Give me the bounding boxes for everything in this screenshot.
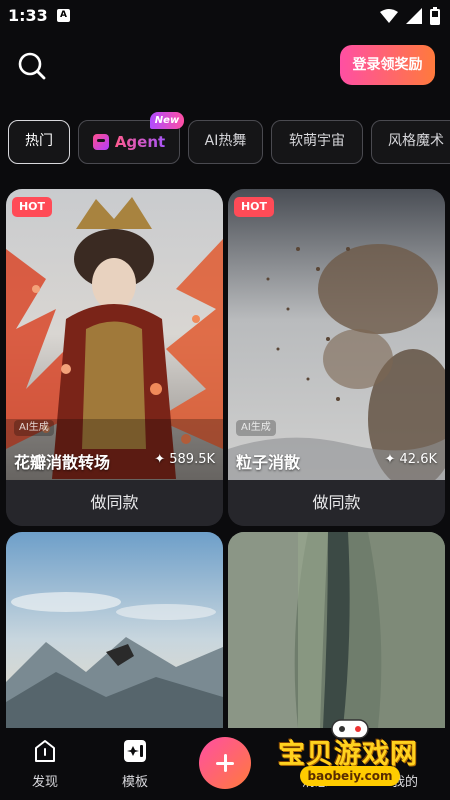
nav-templates-label: 模板 — [121, 775, 148, 790]
status-bar: 1:33 A — [0, 0, 450, 32]
tab-hot[interactable]: 热门 — [8, 120, 70, 164]
template-icon — [124, 740, 146, 762]
signal-icon — [406, 8, 422, 24]
template-card-particle[interactable]: HOT AI生成 粒子消散 ✦ 42.6K 做同款 — [228, 189, 445, 526]
card-preview-image — [228, 532, 445, 728]
template-card-petal[interactable]: HOT AI生成 花瓣消散转场 ✦ 589.5K 做同款 — [6, 189, 223, 526]
usage-count-value: 42.6K — [399, 452, 437, 467]
template-card-aerial[interactable] — [228, 532, 445, 728]
sparkle-icon: ✦ — [384, 452, 400, 467]
card-preview-image — [6, 189, 223, 480]
compass-icon — [35, 740, 55, 762]
make-same-button[interactable]: 做同款 — [228, 480, 445, 526]
card-title: 花瓣消散转场 — [14, 453, 111, 472]
nav-discover[interactable]: 发现 — [15, 728, 75, 800]
wifi-icon — [380, 9, 398, 23]
nav-templates[interactable]: 模板 — [105, 728, 165, 800]
make-same-button[interactable]: 做同款 — [6, 480, 223, 526]
create-plus-button[interactable] — [199, 737, 251, 789]
notification-icon: A — [57, 9, 70, 22]
hot-badge: HOT — [12, 197, 52, 217]
status-time: 1:33 — [8, 6, 48, 25]
ai-generated-tag: AI生成 — [14, 420, 54, 436]
login-reward-button[interactable]: 登录领奖励 — [340, 45, 435, 85]
site-watermark: 宝贝游戏网 baobeiy.com — [272, 719, 432, 796]
tab-soft-cute-universe[interactable]: 软萌宇宙 — [271, 120, 363, 164]
tab-ai-dance[interactable]: AI热舞 — [188, 120, 263, 164]
category-tabs: 热门 Agent AI热舞 软萌宇宙 风格魔术 — [8, 120, 450, 164]
usage-count: ✦ 42.6K — [384, 452, 437, 467]
watermark-url: baobeiy.com — [300, 766, 400, 786]
sparkle-icon: ✦ — [154, 452, 170, 467]
hot-badge: HOT — [234, 197, 274, 217]
card-preview-image — [6, 532, 223, 728]
card-title: 粒子消散 — [236, 453, 301, 472]
card-preview-image — [228, 189, 445, 480]
search-button[interactable] — [16, 50, 48, 82]
battery-icon — [430, 7, 440, 25]
status-icons — [380, 7, 440, 25]
usage-count: ✦ 589.5K — [154, 452, 215, 467]
search-icon — [18, 52, 46, 80]
agent-icon — [92, 134, 109, 150]
template-card-skydive[interactable] — [6, 532, 223, 728]
ai-generated-tag: AI生成 — [236, 420, 276, 436]
nav-discover-label: 发现 — [31, 775, 58, 790]
tab-style-magic[interactable]: 风格魔术 — [371, 120, 450, 164]
new-badge: New — [150, 112, 184, 129]
usage-count-value: 589.5K — [169, 452, 215, 467]
